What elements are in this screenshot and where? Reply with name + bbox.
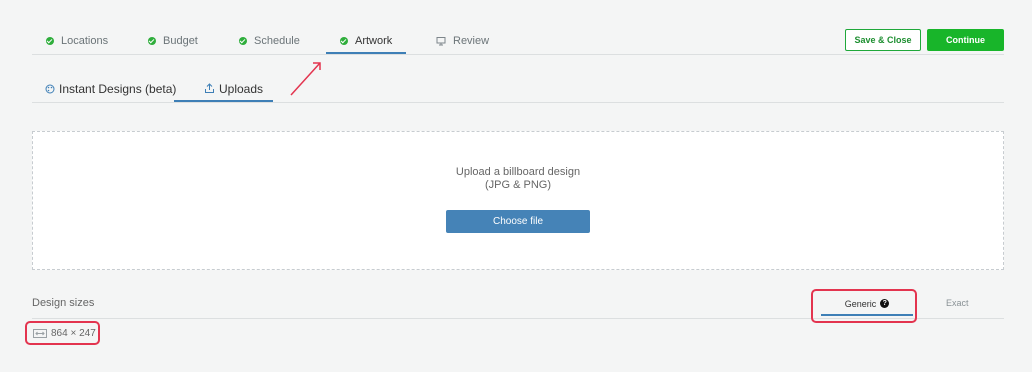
check-icon — [148, 36, 156, 45]
tab-uploads[interactable]: Uploads — [174, 76, 274, 102]
help-icon[interactable]: ? — [880, 299, 890, 308]
annotation-arrow — [290, 62, 321, 96]
design-sizes-title: Design sizes — [32, 297, 95, 309]
check-icon — [46, 36, 54, 45]
palette-icon — [45, 84, 55, 93]
upload-dropzone[interactable]: Upload a billboard design (JPG & PNG) Ch… — [32, 131, 1004, 270]
upload-title: Upload a billboard design — [455, 166, 581, 178]
resize-icon — [33, 328, 47, 338]
step-label: Review — [453, 34, 490, 47]
step-locations[interactable]: Locations — [46, 28, 108, 53]
step-artwork[interactable]: Artwork — [326, 28, 407, 54]
save-close-button[interactable]: Save & Close — [845, 29, 921, 51]
step-schedule[interactable]: Schedule — [239, 28, 300, 53]
step-budget[interactable]: Budget — [148, 28, 198, 53]
step-label: Budget — [163, 34, 198, 47]
artwork-subtabs: Instant Designs (beta) Uploads — [32, 76, 1004, 103]
upload-icon — [205, 83, 214, 93]
design-sizes-header: Design sizes Generic ? Exact — [32, 289, 1004, 323]
check-icon — [340, 36, 348, 45]
design-size-value: 864 × 247 — [51, 327, 96, 339]
design-size-item: 864 × 247 — [25, 321, 100, 345]
upload-format-hint: (JPG & PNG) — [484, 179, 551, 191]
tab-label: Instant Designs (beta) — [59, 81, 177, 96]
tab-instant-designs[interactable]: Instant Designs (beta) — [45, 76, 176, 101]
tab-label: Uploads — [219, 81, 264, 96]
check-icon — [239, 36, 247, 45]
toggle-exact[interactable]: Exact — [946, 298, 969, 308]
toggle-generic[interactable]: Generic ? — [821, 291, 913, 316]
step-label: Locations — [61, 34, 109, 47]
choose-file-button[interactable]: Choose file — [446, 210, 590, 233]
toggle-label: Generic — [844, 298, 877, 309]
step-review[interactable]: Review — [436, 28, 489, 53]
active-step-indicator — [326, 52, 407, 54]
active-toggle-indicator — [821, 314, 913, 316]
step-label: Schedule — [254, 34, 300, 47]
continue-button[interactable]: Continue — [927, 29, 1004, 51]
step-label: Artwork — [355, 34, 393, 47]
monitor-icon — [436, 36, 446, 45]
active-tab-indicator — [174, 100, 274, 102]
generic-toggle-highlight: Generic ? — [811, 289, 917, 323]
